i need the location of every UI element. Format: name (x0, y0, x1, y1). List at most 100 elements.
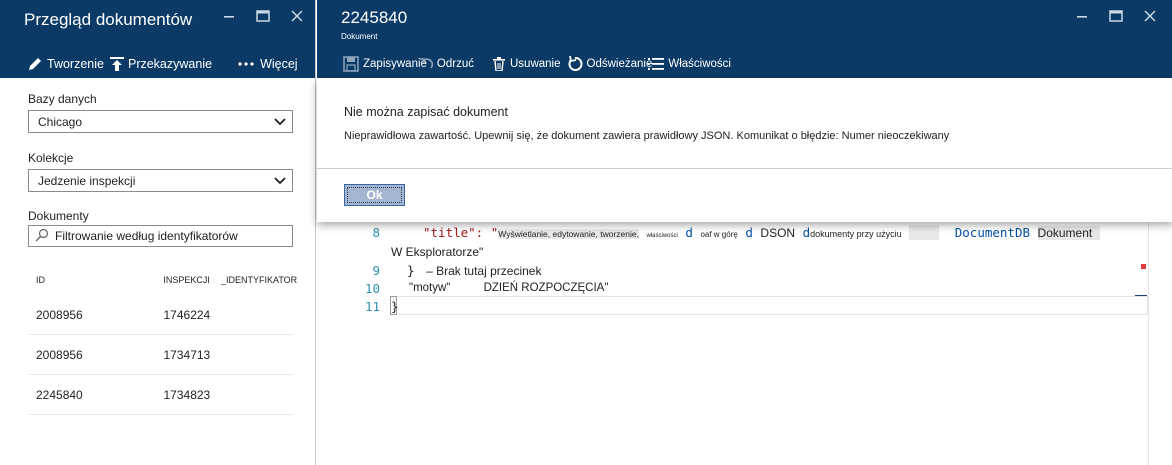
cell-inspection: 1746224 (163, 307, 211, 322)
table-row[interactable]: 2008956 1734713 (28, 335, 293, 375)
code-line-11: } (391, 299, 399, 314)
refresh-label: Odświeżanie (586, 58, 653, 70)
document-subtitle: Dokument (341, 32, 378, 41)
table-row[interactable]: 2008956 1746224 (28, 295, 293, 335)
code-line-8: "title": "Wyświetlanie, edytowanie, twor… (423, 225, 1101, 240)
theme-key: "motyw" (409, 282, 451, 294)
delete-label: Usuwanie (510, 58, 561, 70)
refresh-icon (567, 56, 583, 72)
closing-brace: } (407, 263, 415, 278)
refresh-button[interactable]: Odświeżanie (567, 56, 653, 72)
right-blade-header: 2245840 Dokument Zapisywanie Odrzuć Usuw… (317, 0, 1172, 78)
more-label: Więcej (260, 57, 298, 71)
title-text-a: Wyświetlanie, edytowanie, tworzenie, (498, 229, 639, 239)
upload-button[interactable]: Przekazywanie (109, 56, 213, 72)
left-blade-title: Przegląd dokumentów (24, 10, 193, 29)
left-toolbar: Tworzenie Przekazywanie Więcej (0, 50, 298, 78)
documents-table: ID INSPEKCJI _IDENTYFIKATOR 2008956 1746… (28, 265, 298, 415)
right-window-controls (1074, 8, 1158, 24)
right-toolbar: Zapisywanie Odrzuć Usuwanie Odświeżanie … (343, 52, 731, 76)
upload-label: Przekazywanie (127, 57, 213, 71)
column-header-identifier: _IDENTYFIKATOR (221, 275, 298, 285)
title-text-f: DSON (760, 226, 796, 240)
current-line-highlight (393, 296, 1148, 315)
annotation-comment: – Brak tutaj przecinek (426, 264, 542, 278)
chevron-down-icon (274, 115, 286, 129)
title-key: "title": " (423, 225, 499, 240)
theme-value: DZIEŃ ROZPOCZĘCIA" (483, 282, 609, 294)
table-header: ID INSPEKCJI _IDENTYFIKATOR (28, 265, 298, 295)
save-button[interactable]: Zapisywanie (343, 56, 427, 72)
cell-id: 2008956 (36, 347, 83, 362)
list-icon (648, 57, 665, 71)
discard-label: Odrzuć (436, 58, 474, 70)
maximize-icon[interactable] (1108, 8, 1124, 24)
title-text-i: DocumentDB (954, 225, 1031, 240)
cell-id: 2008956 (36, 307, 83, 322)
close-icon[interactable] (289, 8, 305, 24)
discard-button[interactable]: Odrzuć (419, 57, 474, 71)
databases-label: Bazy danych (28, 92, 97, 106)
title-text-g: d (802, 225, 811, 240)
left-blade-header: Przegląd dokumentów Tworzenie Przekazywa… (0, 0, 315, 78)
document-explorer-blade: Przegląd dokumentów Tworzenie Przekazywa… (0, 0, 316, 465)
upload-icon (109, 56, 124, 72)
more-button[interactable]: Więcej (238, 57, 298, 71)
code-line-9: } – Brak tutaj przecinek (407, 263, 541, 278)
title-text-e: d (745, 225, 753, 240)
dialog-divider (317, 168, 1172, 169)
line-number: 9 (372, 263, 380, 278)
maximize-icon[interactable] (255, 8, 271, 24)
title-text-b: właściwości (646, 233, 678, 239)
close-icon[interactable] (1142, 8, 1158, 24)
save-error-dialog: Nie można zapisać dokument Nieprawidłowa… (317, 78, 1172, 222)
line-number: 11 (364, 299, 380, 314)
undo-icon (419, 57, 433, 71)
cell-inspection: 1734823 (163, 387, 211, 402)
ok-button[interactable]: Ok (344, 184, 405, 206)
error-marker (1141, 264, 1146, 269)
documents-label: Dokumenty (28, 209, 89, 223)
create-label: Tworzenie (47, 57, 104, 71)
left-window-controls (221, 8, 305, 24)
database-value: Chicago (38, 114, 83, 129)
code-line-10: "motyw" DZIEŃ ROZPOCZĘCIA" (409, 282, 608, 294)
filter-placeholder: Filtrowanie według identyfikatorów (55, 229, 238, 243)
column-header-inspection: INSPEKCJI (163, 275, 210, 285)
dialog-title: Nie można zapisać dokument (344, 105, 508, 119)
search-icon (35, 228, 49, 245)
collections-label: Kolekcje (28, 151, 74, 165)
chevron-down-icon (274, 174, 286, 188)
title-text-j: Dokument (1037, 226, 1101, 240)
minimize-icon[interactable] (1074, 8, 1090, 24)
minimize-icon[interactable] (221, 8, 237, 24)
line-number: 10 (364, 281, 380, 296)
json-editor[interactable]: 8 "title": "Wyświetlanie, edytowanie, tw… (317, 222, 1172, 465)
delete-button[interactable]: Usuwanie (492, 57, 561, 71)
save-icon (343, 56, 359, 72)
dialog-message: Nieprawidłowa zawartość. Upewnij się, że… (344, 130, 950, 142)
whitespace-highlight: ​ (909, 225, 940, 240)
document-blade: 2245840 Dokument Zapisywanie Odrzuć Usuw… (317, 0, 1172, 465)
database-select[interactable]: Chicago (28, 110, 293, 133)
table-row[interactable]: 2245840 1734823 (28, 375, 293, 415)
id-filter-input[interactable]: Filtrowanie według identyfikatorów (28, 225, 293, 247)
column-header-id: ID (36, 275, 45, 285)
document-title: 2245840 (341, 8, 408, 27)
title-text-d: oaf w górę (700, 230, 738, 239)
properties-label: Właściwości (668, 58, 731, 70)
app-root: Przegląd dokumentów Tworzenie Przekazywa… (0, 0, 1172, 465)
collection-value: Jedzenie inspekcji (38, 173, 136, 188)
save-label: Zapisywanie (363, 58, 427, 70)
pencil-icon (27, 56, 43, 72)
left-blade-body: Bazy danych Chicago Kolekcje Jedzenie in… (0, 78, 315, 415)
cell-inspection: 1734713 (163, 347, 211, 362)
collection-select[interactable]: Jedzenie inspekcji (28, 169, 293, 192)
code-line-8-wrap: W Eksploratorze" (391, 245, 484, 259)
cell-id: 2245840 (36, 387, 83, 402)
properties-button[interactable]: Właściwości (648, 57, 731, 71)
title-text-h: dokumenty przy użyciu (810, 229, 902, 239)
ellipsis-icon (238, 61, 256, 67)
create-button[interactable]: Tworzenie (27, 56, 104, 72)
trash-icon (492, 57, 506, 71)
